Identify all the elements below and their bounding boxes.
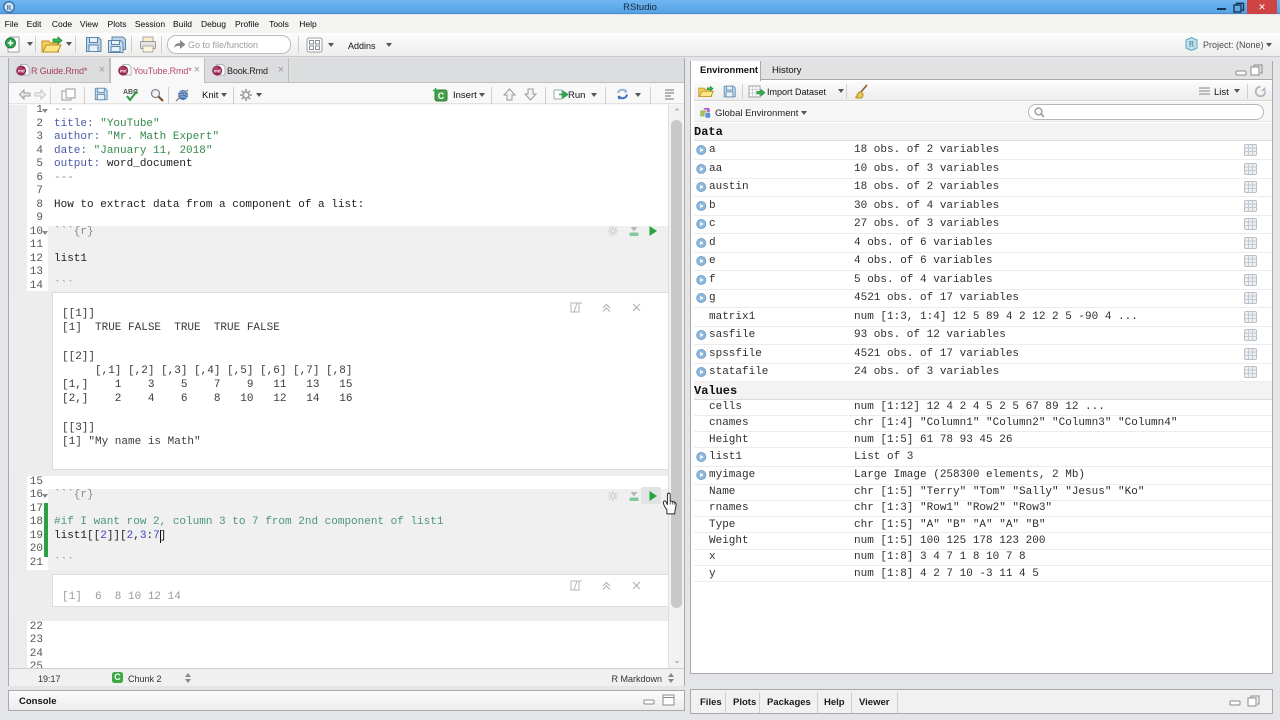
svg-text:R: R (1189, 40, 1195, 49)
svg-text:C: C (438, 91, 445, 101)
svg-text:md: md (120, 68, 127, 73)
svg-text:md: md (18, 68, 25, 73)
svg-text:md: md (214, 68, 221, 73)
